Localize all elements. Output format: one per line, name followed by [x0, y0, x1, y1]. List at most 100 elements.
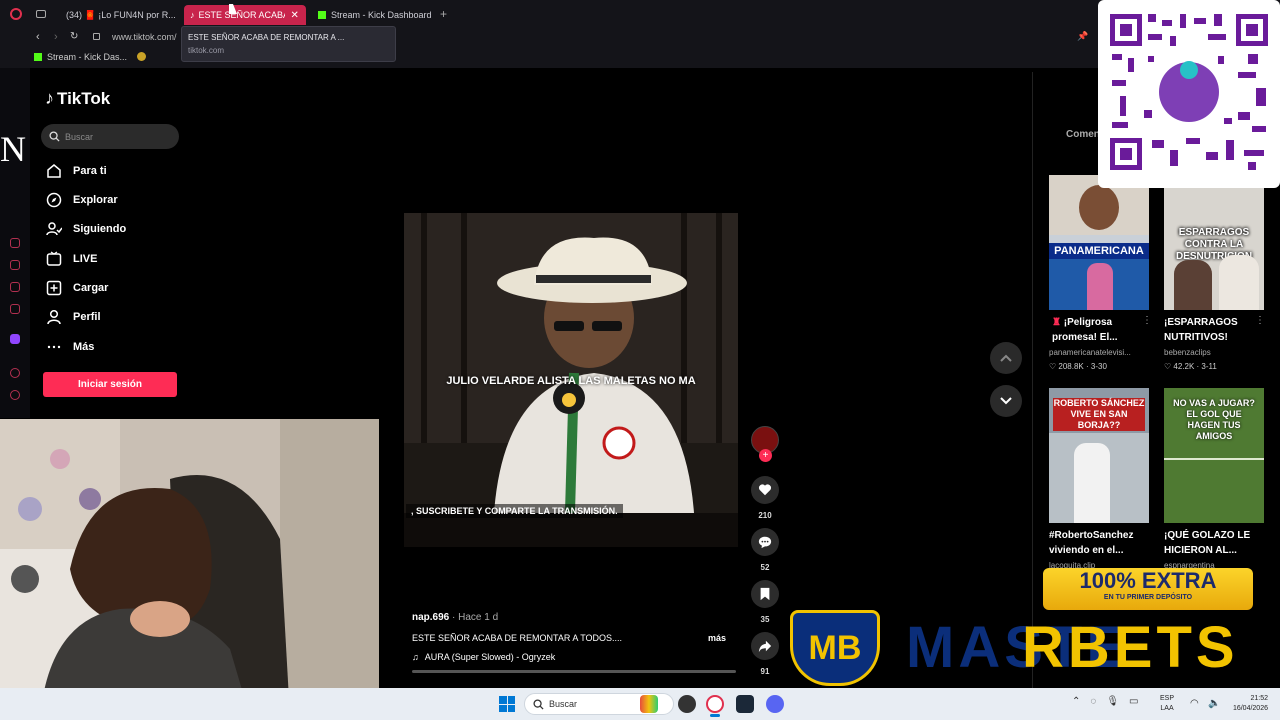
video-progress-bar[interactable]: [412, 670, 736, 673]
login-button[interactable]: Iniciar sesión: [43, 372, 177, 397]
mb-badge: MB: [790, 610, 880, 686]
reload-icon[interactable]: ↻: [70, 31, 78, 42]
opera-taskbar-icon[interactable]: [706, 695, 724, 713]
nav-explorar[interactable]: Explorar: [46, 190, 118, 210]
following-icon: [46, 222, 62, 236]
network-icon[interactable]: ◌: [1090, 696, 1096, 707]
nav-cargar[interactable]: Cargar: [46, 278, 108, 298]
tiktok-note-icon: ♪: [45, 88, 54, 108]
tab-youtube[interactable]: (34) 🧧 ¡Lo FUN4N por R...: [56, 5, 180, 25]
clock[interactable]: 21:52 16/04/2026: [1226, 694, 1268, 714]
previous-video-button[interactable]: [990, 342, 1022, 374]
video-caption-overlay: , SUSCRIBETE Y COMPARTE LA TRANSMISIÓN.: [406, 504, 623, 518]
windows-start-icon[interactable]: [499, 696, 515, 712]
like-button[interactable]: [751, 476, 779, 504]
address-bar: ‹ › ↻ www.tiktok.com/ 📌: [0, 28, 1100, 48]
follow-plus-icon[interactable]: +: [759, 449, 772, 462]
mouse-cursor-icon: [229, 4, 237, 14]
video-music[interactable]: AURA (Super Slowed) - Ogryzek: [425, 652, 556, 662]
video-thumbnail-3[interactable]: ROBERTO SÁNCHEZ VIVE EN SAN BORJA??: [1049, 388, 1149, 523]
clock-icon[interactable]: [10, 390, 20, 400]
app-icon-1[interactable]: [678, 695, 696, 713]
history-icon[interactable]: [10, 368, 20, 378]
new-tab-button[interactable]: +: [440, 7, 447, 21]
back-icon[interactable]: ‹: [36, 31, 40, 43]
comment-button[interactable]: [751, 528, 779, 556]
opera-logo-icon[interactable]: [10, 8, 22, 20]
search-input[interactable]: Buscar: [41, 124, 179, 149]
tab-tiktok[interactable]: ♪ ESTE SEÑOR ACABA DE ✕: [184, 5, 306, 25]
like-count: 210: [758, 511, 772, 520]
card-menu-icon[interactable]: ⋮: [1255, 315, 1265, 326]
messenger-icon[interactable]: [10, 282, 20, 292]
video-thumbnail-4[interactable]: NO VAS A JUGAR? EL GOL QUE HAGEN TUS AMI…: [1164, 388, 1264, 523]
volume-icon[interactable]: 🔈: [1208, 698, 1220, 709]
nav-para-ti[interactable]: Para ti: [46, 161, 107, 181]
overlay-letter: N: [0, 129, 26, 169]
search-icon: [49, 131, 60, 142]
emoji-icon: [562, 393, 576, 407]
nav-mas[interactable]: Más: [46, 337, 94, 357]
video-thumbnail-2[interactable]: ESPARRAGOS CONTRA LA DESNUTRICION: [1164, 175, 1264, 310]
kick-icon: [34, 53, 42, 61]
tab-kick[interactable]: Stream - Kick Dashboard: [312, 5, 442, 25]
language-indicator[interactable]: ESP LAA: [1160, 694, 1174, 714]
live-icon: [46, 251, 62, 266]
card-author-2[interactable]: bebenzaclips: [1164, 348, 1264, 357]
card-title-1[interactable]: ♜ ¡Peligrosa promesa! El...: [1052, 315, 1152, 345]
share-icon: [758, 640, 772, 653]
network-status-icon[interactable]: ◠: [1190, 698, 1199, 709]
twitch-icon[interactable]: [10, 334, 20, 344]
video-author[interactable]: nap.696: [412, 612, 449, 623]
steam-icon[interactable]: [736, 695, 754, 713]
tab-overview-icon[interactable]: [36, 10, 46, 18]
card-title-4[interactable]: ¡QUÉ GOLAZO LE HICIERON AL...: [1164, 528, 1264, 558]
share-button[interactable]: [751, 632, 779, 660]
card-title-2[interactable]: ¡ESPARRAGOS NUTRITIVOS!: [1164, 315, 1264, 345]
qr-code-icon: [1106, 10, 1272, 178]
video-player[interactable]: JULIO VELARDE ALISTA LAS MALETAS NO MA ,…: [404, 213, 738, 547]
bookmark-icon[interactable]: [137, 52, 146, 61]
pin-icon[interactable]: 📌: [1077, 31, 1088, 42]
video-time: · Hace 1 d: [452, 612, 499, 623]
nav-live[interactable]: LIVE: [46, 249, 97, 269]
forward-icon[interactable]: ›: [54, 31, 58, 43]
tiktok-logo[interactable]: ♪ TikTok: [45, 88, 110, 109]
comment-icon: [758, 536, 772, 549]
video-meta: nap.696 · Hace 1 d ESTE SEÑOR ACABA DE R…: [412, 612, 736, 673]
card-menu-icon[interactable]: ⋮: [1142, 315, 1152, 326]
nav-siguiendo[interactable]: Siguiendo: [46, 219, 126, 239]
save-button[interactable]: [751, 580, 779, 608]
tab-comments[interactable]: Comen: [1066, 129, 1100, 140]
next-video-button[interactable]: [990, 385, 1022, 417]
bookmarks-bar: Stream - Kick Das...: [0, 48, 1100, 68]
chevron-up-icon: [1000, 354, 1012, 362]
home-icon: [47, 164, 61, 178]
nav-perfil[interactable]: Perfil: [46, 307, 101, 327]
sidebar-icon-4[interactable]: [10, 304, 20, 314]
bookmark-kick[interactable]: Stream - Kick Das...: [34, 52, 127, 62]
system-tray: ⌃ ◌ 🎙 ▭: [1072, 696, 1139, 707]
tiktok-tab-icon: ♪: [190, 10, 195, 20]
sidebar-icon-2[interactable]: [10, 260, 20, 270]
tab-tooltip: ESTE SEÑOR ACABA DE REMONTAR A ... tikto…: [181, 26, 396, 62]
flowers-widget-icon[interactable]: [640, 695, 658, 713]
discord-icon[interactable]: [766, 695, 784, 713]
music-note-icon: ♫: [412, 652, 419, 662]
active-app-indicator: [710, 714, 720, 717]
mic-icon[interactable]: 🎙: [1106, 696, 1119, 707]
video-thumbnail-1[interactable]: PANAMERICANA: [1049, 175, 1149, 310]
chevron-up-icon[interactable]: ⌃: [1072, 696, 1080, 707]
card-stats-1: ♡ 208.8K · 3-30: [1049, 362, 1107, 371]
battery-icon[interactable]: ▭: [1129, 696, 1138, 707]
sidebar-icon-1[interactable]: [10, 238, 20, 248]
card-title-3[interactable]: #RobertoSanchez viviendo en el...: [1049, 528, 1149, 558]
compass-icon: [46, 192, 62, 208]
url-field[interactable]: www.tiktok.com/: [112, 32, 177, 42]
lock-icon: [93, 33, 100, 40]
close-tab-icon[interactable]: ✕: [291, 10, 299, 21]
more-link[interactable]: más: [708, 633, 726, 643]
card-author-1[interactable]: panamericanatelevisi...: [1049, 348, 1149, 357]
video-description: ESTE SEÑOR ACABA DE REMONTAR A TODOS....: [412, 633, 623, 643]
upload-icon: [46, 280, 62, 296]
